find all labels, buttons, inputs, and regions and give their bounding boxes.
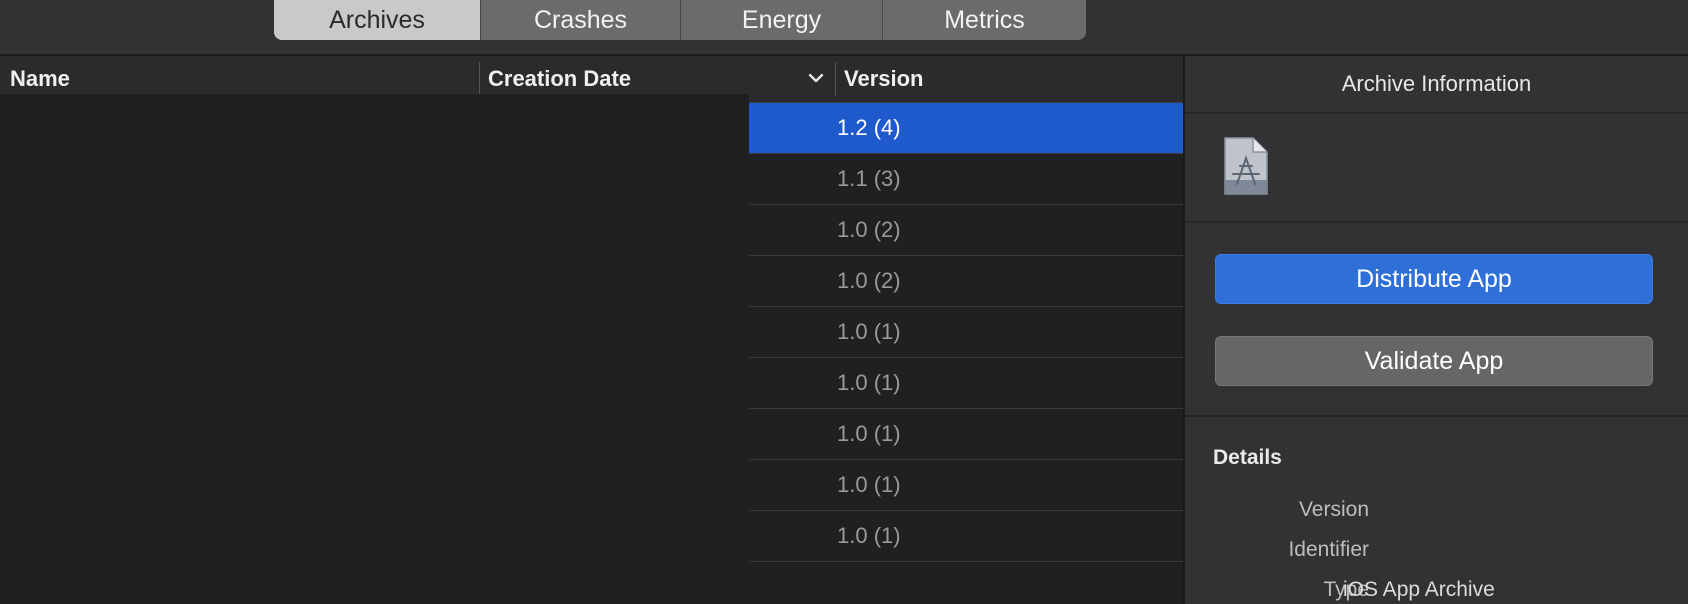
table-row[interactable]: 1.0 (1) [749,460,1183,511]
divider [1185,112,1688,114]
table-row[interactable]: 1.0 (1) [749,307,1183,358]
distribute-app-button[interactable]: Distribute App [1215,254,1653,304]
chevron-down-icon[interactable] [806,68,826,88]
validate-app-button[interactable]: Validate App [1215,336,1653,386]
version-cell: 1.2 (4) [837,115,901,140]
column-separator[interactable] [479,62,480,96]
tab-archives[interactable]: Archives [274,0,480,40]
archives-list: Name Creation Date Version 1.2 (4) 1.1 (… [0,56,1183,604]
detail-label-type: Type [1323,578,1369,601]
organizer-window: Archives Crashes Energy Metrics Name Cre… [0,0,1688,604]
version-cell: 1.0 (2) [837,268,901,293]
archive-rows: 1.2 (4) 1.1 (3) 1.0 (2) 1.0 (2) 1.0 (1) … [749,103,1183,562]
column-header-version[interactable]: Version [844,56,923,102]
version-cell: 1.0 (1) [837,319,901,344]
detail-label-identifier: Identifier [1288,538,1369,561]
version-cell: 1.0 (1) [837,523,901,548]
version-cell: 1.0 (2) [837,217,901,242]
table-row[interactable]: 1.0 (2) [749,256,1183,307]
detail-label-version: Version [1298,498,1369,521]
detail-value-type: iOS App Archive [1343,578,1495,601]
column-separator[interactable] [835,62,836,96]
tab-crashes[interactable]: Crashes [480,0,680,40]
app-archive-icon [1223,136,1269,196]
table-row[interactable]: 1.0 (1) [749,358,1183,409]
details-heading: Details [1213,446,1282,469]
organizer-tabs: Archives Crashes Energy Metrics [274,0,1086,40]
version-cell: 1.1 (3) [837,166,901,191]
tab-metrics[interactable]: Metrics [882,0,1086,40]
version-cell: 1.0 (1) [837,472,901,497]
inspector-title: Archive Information [1341,71,1532,96]
version-cell: 1.0 (1) [837,370,901,395]
divider [1185,415,1688,417]
tab-energy[interactable]: Energy [680,0,882,40]
archive-inspector: Archive Information Distribute App Valid… [1183,56,1688,604]
table-row[interactable]: 1.0 (1) [749,409,1183,460]
divider [1185,221,1688,223]
version-cell: 1.0 (1) [837,421,901,446]
table-row[interactable]: 1.0 (1) [749,511,1183,562]
table-row[interactable]: 1.2 (4) [749,103,1183,154]
table-row[interactable]: 1.1 (3) [749,154,1183,205]
table-row[interactable]: 1.0 (2) [749,205,1183,256]
redacted-area [0,94,749,604]
